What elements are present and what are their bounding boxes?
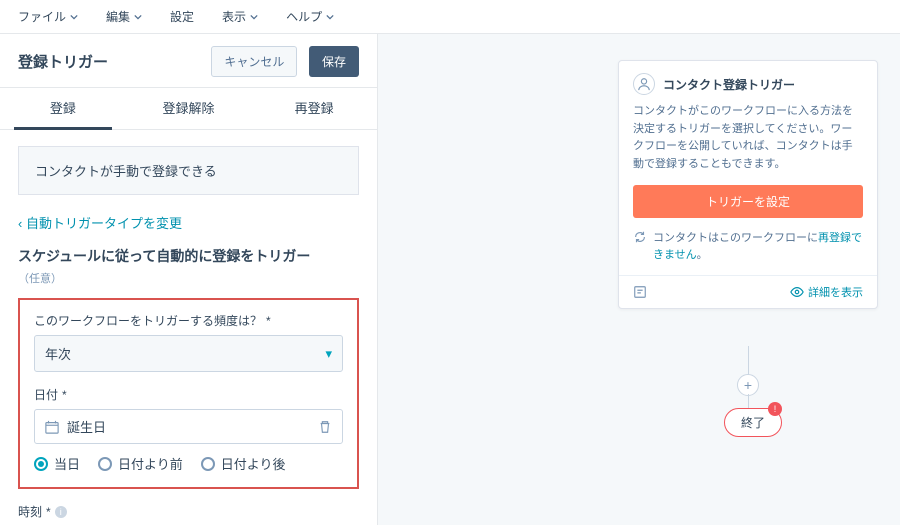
schedule-section-subtitle: （任意） xyxy=(18,270,359,286)
frequency-label: このワークフローをトリガーする頻度は？* xyxy=(34,312,343,329)
add-step-button[interactable]: + xyxy=(737,374,759,396)
tab-enroll[interactable]: 登録 xyxy=(0,88,126,129)
manual-enroll-info: コンタクトが手動で登録できる xyxy=(18,146,359,195)
menu-edit[interactable]: 編集 xyxy=(106,8,142,25)
error-badge-icon: ! xyxy=(768,402,782,416)
side-panel: 登録トリガー キャンセル 保存 登録 登録解除 再登録 コンタクトが手動で登録で… xyxy=(0,34,378,525)
frequency-value: 年次 xyxy=(45,344,71,363)
refresh-icon xyxy=(633,230,647,244)
change-trigger-type-link[interactable]: ‹ 自動トリガータイプを変更 xyxy=(18,213,182,232)
tabs: 登録 登録解除 再登録 xyxy=(0,88,377,130)
menu-bar: ファイル 編集 設定 表示 ヘルプ xyxy=(0,0,900,34)
contact-icon xyxy=(633,73,655,95)
tab-reenroll[interactable]: 再登録 xyxy=(251,88,377,129)
schedule-section-title: スケジュールに従って自動的に登録をトリガー xyxy=(18,246,359,266)
help-icon[interactable]: i xyxy=(55,506,67,518)
cancel-button[interactable]: キャンセル xyxy=(211,46,297,77)
frequency-select[interactable]: 年次 ▾ xyxy=(34,335,343,372)
menu-view[interactable]: 表示 xyxy=(222,8,258,25)
panel-title: 登録トリガー xyxy=(18,51,108,72)
flow-connector xyxy=(748,346,749,376)
eye-icon xyxy=(790,285,804,299)
tab-unenroll[interactable]: 登録解除 xyxy=(126,88,252,129)
menu-help[interactable]: ヘルプ xyxy=(286,8,334,25)
set-trigger-button[interactable]: トリガーを設定 xyxy=(633,185,863,218)
date-input[interactable]: 誕生日 xyxy=(34,409,343,444)
radio-icon xyxy=(98,457,112,471)
date-offset-radios: 当日 日付より前 日付より後 xyxy=(34,454,343,473)
radio-after-date[interactable]: 日付より後 xyxy=(201,454,286,473)
delete-icon[interactable] xyxy=(318,420,332,434)
reenroll-warning: コンタクトはこのワークフローに再登録できません。 xyxy=(619,230,877,275)
chevron-down-icon xyxy=(326,13,334,21)
card-description: コンタクトがこのワークフローに入る方法を決定するトリガーを選択してください。ワー… xyxy=(619,103,877,185)
note-icon[interactable] xyxy=(633,285,647,299)
panel-body: コンタクトが手動で登録できる ‹ 自動トリガータイプを変更 スケジュールに従って… xyxy=(0,130,377,525)
card-header: コンタクト登録トリガー xyxy=(619,61,877,103)
show-details-link[interactable]: 詳細を表示 xyxy=(790,284,863,300)
chevron-down-icon xyxy=(70,13,78,21)
panel-actions: キャンセル 保存 xyxy=(211,46,359,77)
caret-down-icon: ▾ xyxy=(325,346,332,362)
menu-settings[interactable]: 設定 xyxy=(170,8,194,25)
time-label: 時刻*i xyxy=(18,503,359,520)
radio-icon xyxy=(201,457,215,471)
radio-before-date[interactable]: 日付より前 xyxy=(98,454,183,473)
radio-on-date[interactable]: 当日 xyxy=(34,454,80,473)
card-title: コンタクト登録トリガー xyxy=(663,76,795,93)
save-button[interactable]: 保存 xyxy=(309,46,359,77)
calendar-icon xyxy=(45,420,59,434)
workflow-canvas[interactable]: コンタクト登録トリガー コンタクトがこのワークフローに入る方法を決定するトリガー… xyxy=(378,34,900,525)
date-value: 誕生日 xyxy=(67,417,318,436)
time-section: 時刻*i 午前 ▾ 00:00 JST～10:00 JSTのいずれかの時間 xyxy=(18,503,359,525)
flow-connector xyxy=(748,394,749,408)
chevron-down-icon xyxy=(250,13,258,21)
card-footer: 詳細を表示 xyxy=(619,275,877,308)
radio-icon xyxy=(34,457,48,471)
date-label: 日付* xyxy=(34,386,343,403)
trigger-card: コンタクト登録トリガー コンタクトがこのワークフローに入る方法を決定するトリガー… xyxy=(618,60,878,309)
panel-header: 登録トリガー キャンセル 保存 xyxy=(0,34,377,88)
highlighted-config: このワークフローをトリガーする頻度は？* 年次 ▾ 日付* 誕生日 当日 日付よ… xyxy=(18,298,359,489)
chevron-down-icon xyxy=(134,13,142,21)
menu-file[interactable]: ファイル xyxy=(18,8,78,25)
